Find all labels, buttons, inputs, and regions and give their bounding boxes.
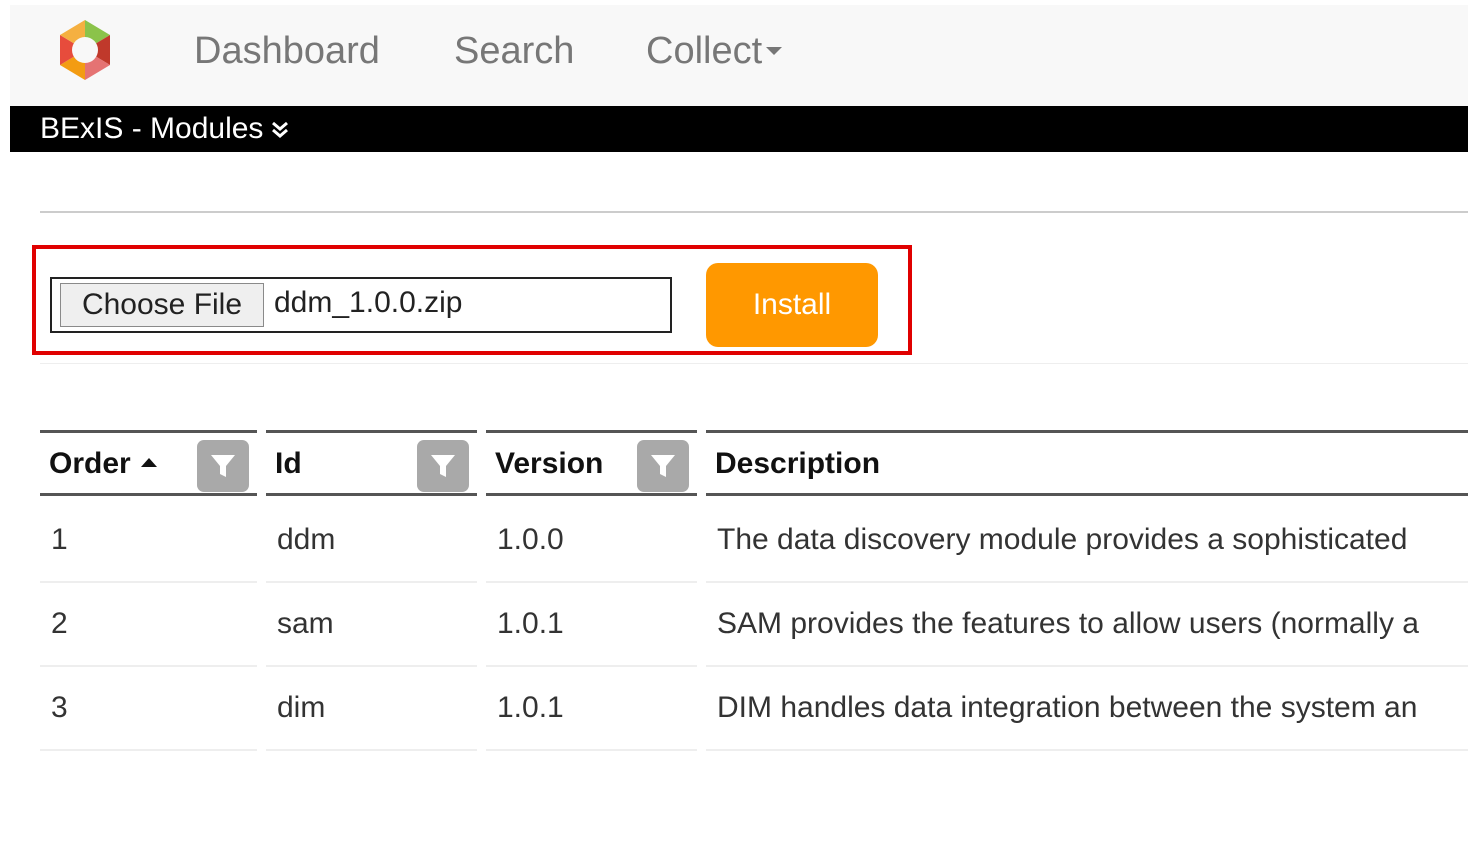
column-header-description: Description (706, 430, 1468, 496)
cell-text: DIM handles data integration between the… (717, 691, 1418, 724)
table-cell-version: 1.0.1 (486, 583, 697, 667)
divider-light (40, 363, 1468, 364)
table-cell-order: 1 (40, 499, 257, 583)
table-cell-id: dim (266, 667, 477, 751)
modules-menu-toggle[interactable]: BExIS - Modules (40, 112, 291, 146)
top-navbar: Dashboard Search Collect (10, 5, 1468, 106)
cell-text: 1.0.1 (497, 691, 564, 724)
column-header-version-label[interactable]: Version (495, 447, 603, 481)
nav-dashboard[interactable]: Dashboard (194, 29, 380, 73)
cell-text: dim (277, 691, 326, 724)
cell-text: SAM provides the features to allow users… (717, 607, 1419, 640)
filter-icon (651, 455, 675, 477)
cell-text: 1.0.1 (497, 607, 564, 640)
order-sort-toggle[interactable]: Order (49, 447, 157, 481)
double-chevron-down-icon (272, 121, 289, 139)
file-input[interactable]: Choose File ddm_1.0.0.zip (50, 277, 672, 333)
column-header-order: Order (40, 430, 257, 496)
selected-file-name: ddm_1.0.0.zip (274, 286, 463, 319)
nav-collect[interactable]: Collect (646, 29, 783, 73)
cell-text: 1 (51, 523, 68, 556)
table-cell-id: ddm (266, 499, 477, 583)
column-header-description-label[interactable]: Description (715, 447, 880, 481)
bexis-logo-icon[interactable] (52, 17, 118, 83)
filter-icon (431, 455, 455, 477)
table-cell-version: 1.0.0 (486, 499, 697, 583)
table-cell-version: 1.0.1 (486, 667, 697, 751)
table-cell-order: 2 (40, 583, 257, 667)
table-cell-id: sam (266, 583, 477, 667)
table-cell-order: 3 (40, 667, 257, 751)
cell-text: sam (277, 607, 334, 640)
table-cell-description: SAM provides the features to allow users… (706, 583, 1468, 667)
cell-text: ddm (277, 523, 336, 556)
column-header-id-label[interactable]: Id (275, 447, 302, 481)
choose-file-button[interactable]: Choose File (60, 283, 264, 327)
nav-collect-label: Collect (646, 30, 763, 72)
divider (40, 211, 1468, 213)
column-header-order-label: Order (49, 447, 131, 480)
filter-id-button[interactable] (417, 440, 469, 492)
caret-down-icon (766, 46, 783, 55)
cell-text: The data discovery module provides a sop… (717, 523, 1408, 556)
filter-order-button[interactable] (197, 440, 249, 492)
module-bar: BExIS - Modules (10, 106, 1468, 152)
install-button[interactable]: Install (706, 263, 878, 347)
column-header-version: Version (486, 430, 697, 496)
table-cell-description: DIM handles data integration between the… (706, 667, 1468, 751)
modules-title: BExIS - Modules (40, 112, 264, 145)
cell-text: 2 (51, 607, 68, 640)
filter-version-button[interactable] (637, 440, 689, 492)
filter-icon (211, 455, 235, 477)
column-header-id: Id (266, 430, 477, 496)
table-cell-description: The data discovery module provides a sop… (706, 499, 1468, 583)
cell-text: 1.0.0 (497, 523, 564, 556)
sort-ascending-icon (140, 457, 157, 467)
nav-search[interactable]: Search (454, 29, 574, 73)
cell-text: 3 (51, 691, 68, 724)
